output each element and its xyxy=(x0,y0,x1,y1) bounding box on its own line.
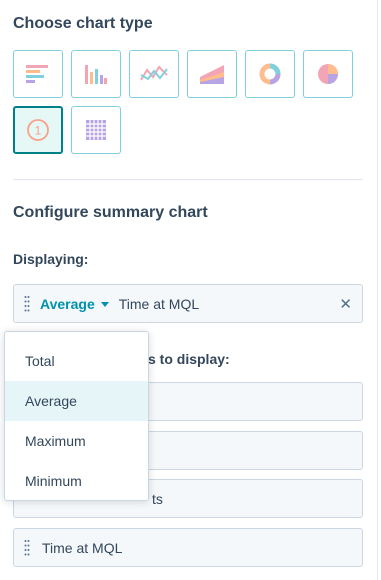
displaying-label: Displaying: xyxy=(13,251,89,267)
chart-config-panel: Choose chart type 1 Configure summary ch… xyxy=(0,0,381,580)
aggregation-selector[interactable]: Average xyxy=(40,296,95,312)
line-chart-icon xyxy=(140,65,168,81)
menu-item-maximum[interactable]: Maximum xyxy=(5,421,148,461)
panel-divider xyxy=(377,0,378,580)
menu-item-average[interactable]: Average xyxy=(5,381,148,421)
property-field[interactable]: Time at MQL xyxy=(13,528,363,567)
chart-type-vertical-bar[interactable] xyxy=(71,50,121,98)
section-divider xyxy=(13,179,363,180)
configure-title: Configure summary chart xyxy=(13,204,208,221)
chart-type-pie[interactable] xyxy=(303,50,353,98)
pie-chart-icon xyxy=(318,64,338,84)
svg-text:1: 1 xyxy=(35,124,42,138)
property-field-label: ts xyxy=(152,490,163,507)
menu-item-minimum[interactable]: Minimum xyxy=(5,461,148,501)
chart-type-horizontal-bar[interactable] xyxy=(13,50,63,98)
table-chart-icon xyxy=(86,120,106,140)
chart-type-table[interactable] xyxy=(71,106,121,154)
chart-type-area[interactable] xyxy=(187,50,237,98)
area-chart-icon xyxy=(200,65,224,84)
vertical-bar-chart-icon xyxy=(85,65,107,84)
donut-chart-icon xyxy=(259,63,281,85)
drag-handle-icon[interactable] xyxy=(22,538,32,558)
close-icon[interactable]: ✕ xyxy=(339,295,352,313)
properties-to-display-label: s to display: xyxy=(148,351,230,367)
aggregation-dropdown-menu: Total Average Maximum Minimum xyxy=(4,331,149,501)
choose-chart-title: Choose chart type xyxy=(13,15,153,32)
displaying-property-label: Time at MQL xyxy=(118,295,200,312)
horizontal-bar-chart-icon xyxy=(26,65,48,83)
caret-down-icon[interactable] xyxy=(100,301,109,307)
chart-type-line[interactable] xyxy=(129,50,179,98)
chart-type-donut[interactable] xyxy=(245,50,295,98)
displaying-field[interactable]: Average Time at MQL ✕ xyxy=(13,284,363,323)
menu-item-total[interactable]: Total xyxy=(5,341,148,381)
drag-handle-icon[interactable] xyxy=(22,294,32,314)
summary-chart-icon: 1 xyxy=(27,119,49,141)
chart-type-summary[interactable]: 1 xyxy=(13,106,63,154)
property-field-label: Time at MQL xyxy=(42,539,123,556)
